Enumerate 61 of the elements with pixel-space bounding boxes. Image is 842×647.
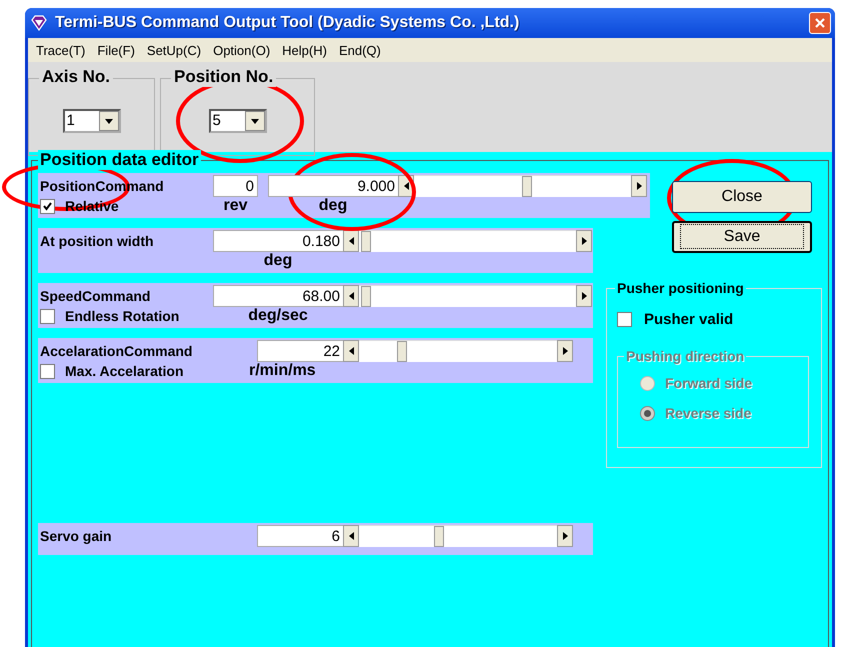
slider-thumb[interactable]	[361, 286, 372, 307]
value-field[interactable]: 6	[257, 525, 343, 547]
menu-item[interactable]: File(F)	[97, 42, 135, 58]
unit-label: r/min/ms	[249, 362, 316, 380]
scroll-slider[interactable]	[343, 285, 592, 307]
unit-label: rev	[223, 197, 248, 215]
value-field[interactable]: 0	[213, 175, 258, 197]
menu-item[interactable]: Trace(T)	[36, 42, 86, 58]
window-title: Termi-BUS Command Output Tool (Dyadic Systems Co. ,Ltd.)	[55, 14, 520, 32]
left-arrow-icon	[348, 292, 354, 300]
parameter-label: Servo gain	[40, 528, 112, 544]
dropdown-arrow-icon	[250, 118, 258, 124]
right-arrow-icon	[562, 347, 568, 355]
dropdown-arrow-icon	[104, 118, 112, 124]
diamond-icon	[31, 15, 47, 31]
right-arrow-icon	[562, 532, 568, 540]
parameter-label: At position width	[40, 233, 154, 249]
left-arrow-icon	[348, 237, 354, 245]
value-field[interactable]: 0.180	[213, 230, 343, 252]
menu-item[interactable]: SetUp(C)	[146, 42, 202, 58]
unit-label: deg	[318, 197, 348, 215]
menu-item[interactable]: End(Q)	[338, 42, 381, 58]
left-arrow-icon	[348, 532, 354, 540]
right-arrow-icon	[582, 237, 586, 245]
close-icon	[814, 17, 826, 29]
slider-thumb[interactable]	[522, 176, 532, 197]
unit-label: deg/sec	[248, 307, 308, 325]
number-dropdown[interactable]: 5	[208, 109, 266, 133]
unit-label: deg	[264, 252, 292, 270]
checkmark-icon	[43, 202, 52, 210]
parameter-label: AccelarationCommand	[40, 343, 192, 359]
group-label: Pusher positioning	[615, 280, 746, 296]
scroll-slider[interactable]	[343, 230, 592, 252]
checkbox[interactable]: Pusher valid	[617, 311, 821, 328]
close-button[interactable]	[809, 12, 831, 34]
parameter-label: SpeedCommand	[40, 288, 150, 304]
scroll-slider[interactable]	[398, 175, 647, 197]
scroll-slider[interactable]	[343, 525, 573, 547]
dialog-button[interactable]: Close	[672, 181, 812, 213]
right-arrow-icon	[582, 292, 586, 300]
value-field[interactable]: 68.00	[213, 285, 343, 307]
group-label: Position No.	[171, 67, 276, 87]
scroll-slider[interactable]	[343, 340, 573, 362]
value-field[interactable]: 9.000	[268, 175, 398, 197]
group-label: Position data editor	[38, 150, 201, 170]
menu-item[interactable]: Option(O)	[213, 42, 270, 58]
left-arrow-icon	[348, 347, 354, 355]
dialog-button[interactable]: Save	[672, 221, 812, 253]
checkbox[interactable]: Endless Rotation	[40, 308, 213, 324]
group-label: Pushing direction	[624, 348, 746, 364]
slider-thumb[interactable]	[396, 341, 407, 362]
radio-label: Reverse side	[665, 405, 752, 421]
left-arrow-icon	[404, 182, 408, 190]
slider-thumb[interactable]	[434, 526, 444, 547]
value-field[interactable]: 22	[257, 340, 343, 362]
slider-thumb[interactable]	[361, 231, 372, 252]
radio-label: Forward side	[665, 375, 752, 391]
checkbox[interactable]: Max. Accelaration	[40, 363, 213, 379]
menu-item[interactable]: Help(H)	[282, 42, 327, 58]
number-dropdown[interactable]: 1	[62, 109, 120, 133]
right-arrow-icon	[636, 182, 642, 190]
